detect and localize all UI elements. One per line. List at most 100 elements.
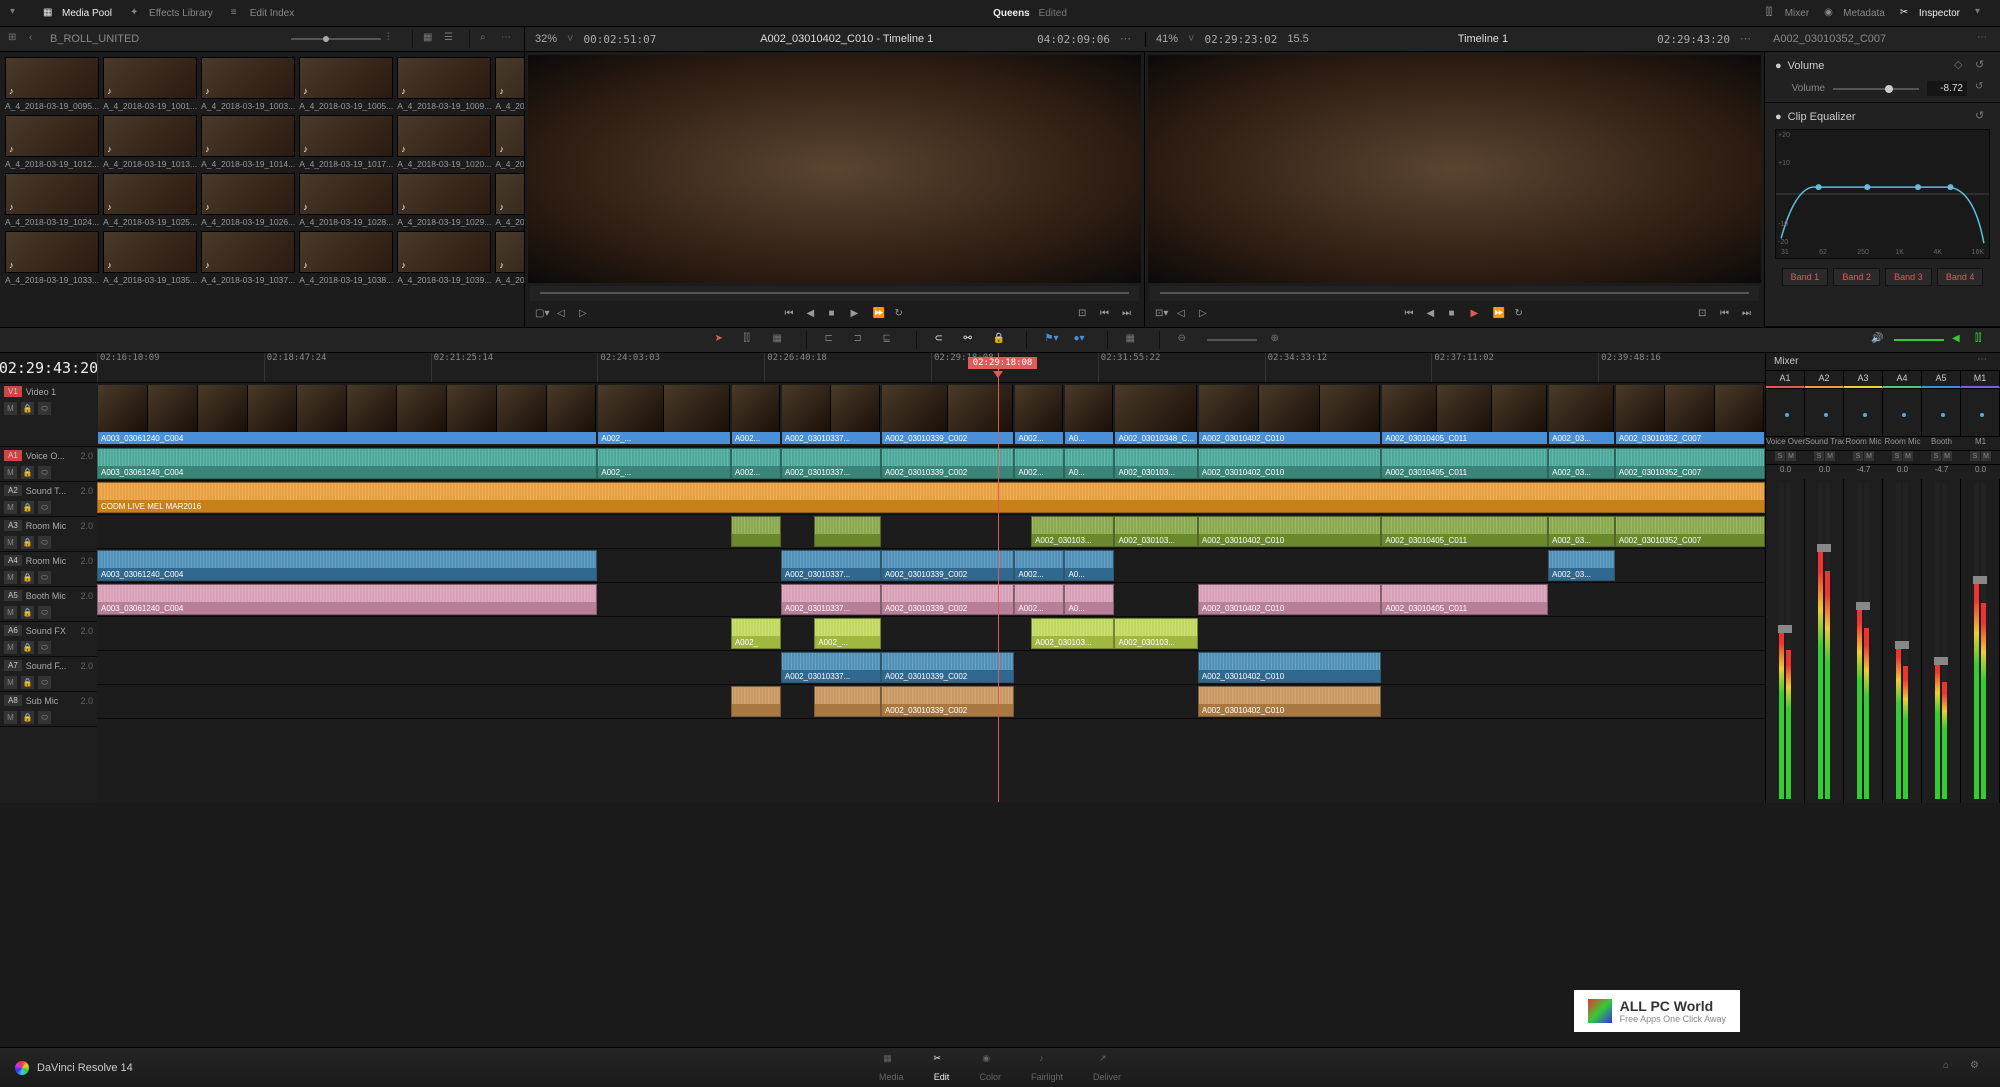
mute-button[interactable]: M (4, 711, 17, 724)
next-frame-icon[interactable]: ⏩ (873, 308, 885, 320)
source-viewer[interactable] (528, 55, 1141, 283)
goto-in-icon[interactable]: ⏮ (1100, 308, 1112, 320)
mark-in-icon[interactable]: ◁ (557, 308, 569, 320)
mute-button[interactable]: M (4, 571, 17, 584)
timeline-clip[interactable]: A002... (731, 448, 781, 479)
mute-button[interactable]: M (1864, 451, 1874, 461)
timeline-clip[interactable]: A003_03061240_C004 (97, 448, 597, 479)
timeline-clip[interactable]: A002_03010339_C002 (881, 584, 1014, 615)
speaker-icon[interactable]: 🔊 (1871, 333, 1886, 348)
timeline-clip[interactable]: A002_03010402_C010 (1198, 384, 1381, 445)
track-header[interactable]: A1Voice O...2.0M🔒⬭ (0, 447, 97, 482)
track-row[interactable]: A002_03010337...A002_03010339_C002A002_0… (97, 651, 1765, 685)
media-thumb[interactable]: ♪A_4_2018-03-19_1029... (397, 173, 491, 227)
mark-in-icon[interactable]: ◁ (1177, 308, 1189, 320)
media-thumb[interactable]: ♪A_4_2018-03-19_1009... (397, 57, 491, 111)
page-tab-color[interactable]: ◉Color (979, 1053, 1001, 1082)
track-selector[interactable]: A3 (4, 520, 22, 531)
media-thumb[interactable]: ♪A_4_2018-03-19_1024... (5, 173, 99, 227)
zoom-slider[interactable] (1207, 339, 1257, 341)
track-selector[interactable]: V1 (4, 386, 22, 397)
mute-button[interactable]: M (1825, 451, 1835, 461)
timeline-viewer[interactable] (1148, 55, 1761, 283)
track-row[interactable]: A002_A002_...A002_030103...A002_030103..… (97, 617, 1765, 651)
page-tab-deliver[interactable]: ↗Deliver (1093, 1053, 1121, 1082)
track-header[interactable]: A8Sub Mic2.0M🔒⬭ (0, 692, 97, 727)
timeline-clip[interactable]: A002_03010402_C010 (1198, 584, 1381, 615)
timeline-clip[interactable] (731, 516, 781, 547)
dim-icon[interactable]: ◀ (1952, 333, 1967, 348)
more-icon[interactable]: ⋯ (1977, 354, 1992, 369)
solo-button[interactable]: S (1892, 451, 1902, 461)
timeline-clip[interactable]: A002_03010337... (781, 550, 881, 581)
match-frame-icon[interactable]: ⊡ (1078, 308, 1090, 320)
page-tab-media[interactable]: ▦Media (879, 1053, 904, 1082)
track-selector[interactable]: A7 (4, 660, 22, 671)
fader[interactable] (1856, 602, 1870, 610)
curve-button[interactable]: ⬭ (38, 606, 51, 619)
timeline-clip[interactable]: A0... (1064, 448, 1114, 479)
channel-meter[interactable] (1844, 479, 1883, 803)
track-selector[interactable]: A5 (4, 590, 22, 601)
mark-out-icon[interactable]: ▷ (1199, 308, 1211, 320)
media-thumb[interactable]: ♪A_4_2018-03-19_1011... (495, 57, 525, 111)
lock-button[interactable]: 🔒 (21, 536, 34, 549)
viewer-mode-icon[interactable]: ▢▾ (535, 308, 547, 320)
channel-meter[interactable] (1766, 479, 1805, 803)
play-icon[interactable]: ▶ (1471, 308, 1483, 320)
track-header[interactable]: A7Sound F...2.0M🔒⬭ (0, 657, 97, 692)
curve-button[interactable]: ⬭ (38, 466, 51, 479)
solo-button[interactable]: S (1931, 451, 1941, 461)
pan-control[interactable] (1805, 389, 1844, 436)
lock-button[interactable]: 🔒 (21, 711, 34, 724)
curve-button[interactable]: ⬭ (38, 501, 51, 514)
track-selector[interactable]: A6 (4, 625, 22, 636)
timeline-clip[interactable]: A002_03010402_C010 (1198, 652, 1381, 683)
media-thumb[interactable]: ♪A_4_2018-03-19_1039... (397, 231, 491, 285)
timeline-clip[interactable]: A002_03010339_C002 (881, 550, 1014, 581)
track-header[interactable]: A3Room Mic2.0M🔒⬭ (0, 517, 97, 552)
arrow-tool-icon[interactable]: ➤ (715, 333, 730, 348)
media-thumb[interactable]: ♪A_4_2018-03-19_1031... (495, 173, 525, 227)
timeline-clip[interactable]: A002_03010352_C007 (1615, 516, 1765, 547)
timeline-clip[interactable]: A002... (1014, 448, 1064, 479)
first-frame-icon[interactable]: ⏮ (1405, 308, 1417, 320)
stop-icon[interactable]: ■ (1449, 308, 1461, 320)
timeline-clip[interactable]: A002_03010339_C002 (881, 686, 1014, 717)
track-row[interactable]: A003_03061240_C004A002_03010337...A002_0… (97, 583, 1765, 617)
reset-icon[interactable]: ↺ (1975, 81, 1990, 96)
replace-icon[interactable]: ⊑ (883, 333, 898, 348)
track-selector[interactable]: A4 (4, 555, 22, 566)
timeline-clip[interactable] (814, 686, 881, 717)
pan-control[interactable] (1844, 389, 1883, 436)
timeline-clip[interactable]: A002_03010339_C002 (881, 448, 1014, 479)
home-icon[interactable]: ⌂ (1943, 1060, 1958, 1075)
timeline-clip[interactable]: A002_03010352_C007 (1615, 448, 1765, 479)
mixer-channel-tab[interactable]: A3 (1844, 371, 1883, 388)
mute-button[interactable]: M (4, 676, 17, 689)
timeline-clip[interactable]: A0... (1064, 550, 1114, 581)
track-selector[interactable]: A1 (4, 450, 22, 461)
link-icon[interactable]: ⚯ (964, 333, 979, 348)
pan-control[interactable] (1766, 389, 1805, 436)
prev-frame-icon[interactable]: ◀ (807, 308, 819, 320)
mute-button[interactable]: M (1942, 451, 1952, 461)
timeline-clip[interactable]: A002_03010402_C010 (1198, 516, 1381, 547)
first-frame-icon[interactable]: ⏮ (785, 308, 797, 320)
timeline-clip[interactable]: A003_03061240_C004 (97, 384, 597, 445)
insert-icon[interactable]: ⊏ (825, 333, 840, 348)
goto-in-icon[interactable]: ⏮ (1720, 308, 1732, 320)
eq-band-button[interactable]: Band 2 (1833, 268, 1880, 286)
mixer-channel-tab[interactable]: M1 (1961, 371, 2000, 388)
lock-button[interactable]: 🔒 (21, 501, 34, 514)
pan-control[interactable] (1922, 389, 1961, 436)
mixer-channel-tab[interactable]: A5 (1922, 371, 1961, 388)
media-thumb[interactable]: ♪A_4_2018-03-19_0095... (5, 57, 99, 111)
volume-value[interactable]: -8.72 (1927, 81, 1967, 96)
timeline-clip[interactable]: A002... (1014, 550, 1064, 581)
timeline-clip[interactable]: A002_03010405_C011 (1381, 584, 1548, 615)
timeline-clip[interactable]: A002... (1014, 384, 1064, 445)
lock-button[interactable]: 🔒 (21, 402, 34, 415)
disclosure-icon[interactable]: ● (1775, 60, 1782, 72)
zoom-out-icon[interactable]: ⊖ (1178, 333, 1193, 348)
